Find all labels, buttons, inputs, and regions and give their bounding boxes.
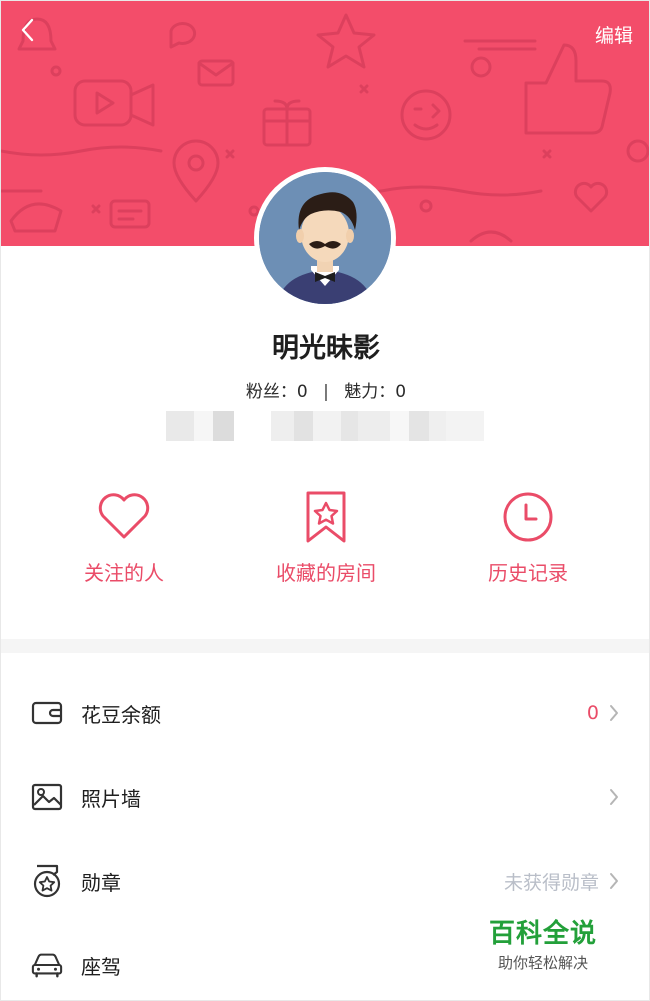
fans-count: 0 bbox=[296, 382, 308, 402]
medal-icon bbox=[31, 864, 63, 898]
back-button[interactable] bbox=[13, 15, 41, 45]
menu-item-label: 座驾 bbox=[81, 954, 121, 979]
quick-action-favorites[interactable]: 收藏的房间 bbox=[251, 489, 401, 599]
charm-label: 魅力： bbox=[344, 382, 396, 402]
fans-label: 粉丝： bbox=[245, 382, 297, 402]
menu-item-balance[interactable]: 花豆余额 0 bbox=[1, 671, 649, 755]
menu-item-value: 未获得勋章 bbox=[503, 871, 599, 894]
avatar[interactable] bbox=[254, 167, 396, 309]
quick-action-label: 收藏的房间 bbox=[276, 561, 376, 585]
quick-action-label: 关注的人 bbox=[84, 561, 164, 585]
edit-button[interactable]: 编辑 bbox=[595, 21, 633, 48]
chevron-left-icon bbox=[21, 18, 34, 42]
charm-count: 0 bbox=[395, 382, 407, 402]
chevron-right-icon bbox=[609, 871, 623, 891]
watermark-subtitle: 助你轻松解决 bbox=[497, 954, 588, 972]
watermark-logo: 百科全说 助你轻松解决 bbox=[483, 913, 603, 973]
avatar-illustration bbox=[259, 172, 391, 304]
image-icon bbox=[31, 781, 63, 813]
menu-item-label: 勋章 bbox=[81, 870, 121, 895]
watermark-title: 百科全说 bbox=[488, 919, 597, 949]
stats-separator: | bbox=[323, 382, 329, 402]
quick-actions: 关注的人 收藏的房间 历史记录 bbox=[1, 489, 649, 599]
chevron-right-icon bbox=[609, 787, 623, 807]
menu-item-medals[interactable]: 勋章 未获得勋章 bbox=[1, 839, 649, 923]
menu-item-photo-wall[interactable]: 照片墙 bbox=[1, 755, 649, 839]
user-name: 明光昧影 bbox=[272, 333, 380, 364]
quick-action-following[interactable]: 关注的人 bbox=[49, 489, 199, 599]
profile-page: 编辑 明光昧影 粉丝：0 | 魅力：0 关注的人 收藏的房间 历史记录 花豆余额… bbox=[0, 0, 650, 1001]
menu-item-label: 花豆余额 bbox=[81, 702, 161, 727]
bookmark-star-icon bbox=[298, 489, 354, 545]
heart-icon bbox=[96, 489, 152, 545]
avatar-image bbox=[259, 172, 391, 304]
clock-icon bbox=[500, 489, 556, 545]
wallet-icon bbox=[31, 697, 63, 729]
section-divider bbox=[1, 639, 649, 653]
menu-item-value: 0 bbox=[586, 702, 599, 724]
car-icon bbox=[31, 949, 63, 981]
quick-action-label: 历史记录 bbox=[488, 561, 568, 585]
chevron-right-icon bbox=[609, 703, 623, 723]
redacted-user-id bbox=[166, 411, 484, 441]
profile-stats: 粉丝：0 | 魅力：0 bbox=[1, 377, 649, 402]
quick-action-history[interactable]: 历史记录 bbox=[453, 489, 603, 599]
menu-item-label: 照片墙 bbox=[81, 786, 141, 811]
